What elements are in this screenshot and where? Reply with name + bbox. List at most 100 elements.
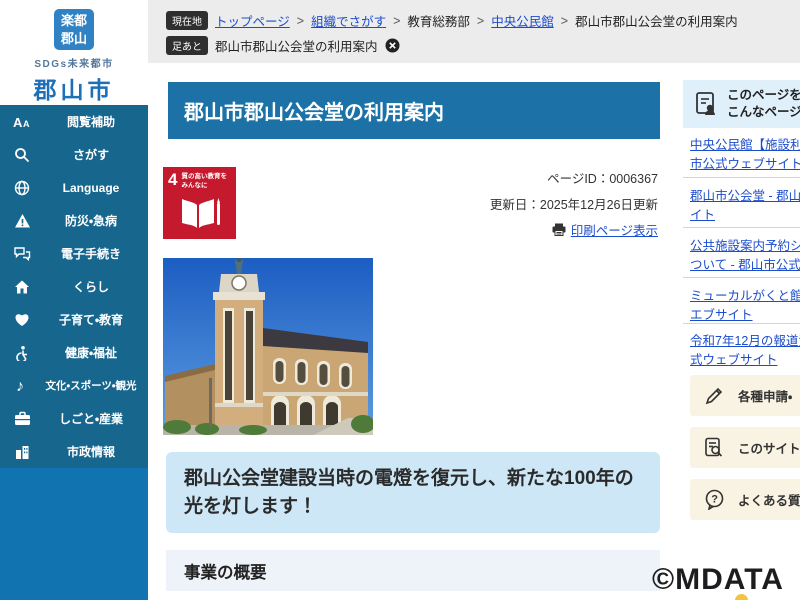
related-link-line: ミューカルがくと館 -	[690, 289, 800, 303]
breadcrumb-separator: >	[393, 14, 400, 28]
quick-link-about-site[interactable]: このサイト	[690, 427, 800, 468]
breadcrumb-bar: 現在地 トップページ > 組織でさがす > 教育総務部 > 中央公民館 > 郡山…	[148, 0, 800, 63]
related-link-facility-reservation[interactable]: 公共施設案内予約シス ついて - 郡山市公式ウ	[690, 237, 800, 275]
briefcase-icon	[0, 411, 44, 426]
breadcrumb-link-hall[interactable]: 中央公民館	[491, 11, 554, 30]
related-pages-header: このページを見て こんなページも見	[683, 80, 800, 128]
sidebar-item-label: 健康・福祉	[44, 344, 148, 361]
sidebar-item-health-welfare[interactable]: 健康・福祉	[0, 336, 148, 369]
related-link-line: イト	[690, 208, 715, 222]
logo-mark-line2: 郡山	[54, 30, 94, 48]
left-sidebar: 楽都 郡山 SDGs未来都市 郡山市 AA 閲覧補助 さがす Language	[0, 0, 148, 600]
breadcrumb: 現在地 トップページ > 組織でさがす > 教育総務部 > 中央公民館 > 郡山…	[166, 11, 738, 30]
sidebar-item-eprocedures[interactable]: 電子手続き	[0, 237, 148, 270]
quick-link-applications[interactable]: 各種申請・	[690, 375, 800, 416]
music-note-icon: ♪	[0, 377, 44, 394]
sidebar-item-culture-sports[interactable]: ♪ 文化・スポーツ・観光	[0, 369, 148, 402]
city-logo[interactable]: 楽都 郡山 SDGs未来都市 郡山市	[0, 0, 148, 105]
related-header-line2: こんなページも見	[727, 105, 800, 119]
sidebar-item-living[interactable]: くらし	[0, 270, 148, 303]
sidebar-item-city-info[interactable]: 市政情報	[0, 435, 148, 468]
related-link-chuo-kominkan[interactable]: 中央公民館【施設利用 市公式ウェブサイト	[690, 136, 800, 174]
doc-search-icon	[690, 437, 738, 459]
open-book-icon	[178, 195, 222, 231]
page-title: 郡山市郡山公会堂の利用案内	[168, 82, 660, 139]
related-link-line: エブサイト	[690, 308, 753, 322]
print-page-link[interactable]: 印刷ページ表示	[571, 220, 658, 239]
related-link-press-release[interactable]: 令和7年12月の報道資 式ウェブサイト	[690, 332, 800, 370]
quick-link-label: よくある質	[738, 490, 800, 509]
divider	[683, 277, 800, 278]
globe-icon	[0, 180, 44, 196]
breadcrumb-text-current: 郡山市郡山公会堂の利用案内	[575, 11, 738, 30]
related-link-line: ついて - 郡山市公式ウ	[690, 258, 800, 272]
sdg-caption-line1: 質の高い教育を	[181, 173, 227, 180]
building-icon	[0, 444, 44, 459]
highlight-box: 郡山公会堂建設当時の電燈を復元し、新たな100年の光を灯します！	[166, 452, 660, 533]
breadcrumb-separator: >	[297, 14, 304, 28]
section-heading-business-overview: 事業の概要	[166, 550, 660, 591]
footprint-row: 足あと 郡山市郡山公会堂の利用案内	[166, 36, 400, 55]
quick-link-faq[interactable]: ? よくある質	[690, 479, 800, 520]
sdg-number: 4	[168, 171, 177, 188]
breadcrumb-separator: >	[561, 14, 568, 28]
svg-text:A: A	[23, 119, 30, 129]
accessibility-icon	[0, 345, 44, 361]
breadcrumb-text-dept: 教育総務部	[407, 11, 470, 30]
warning-icon	[0, 213, 44, 229]
sidebar-item-label: 市政情報	[44, 443, 148, 460]
related-header-line1: このページを見て	[727, 88, 800, 102]
heart-icon	[0, 312, 44, 327]
search-icon	[0, 147, 44, 163]
current-location-badge: 現在地	[166, 11, 208, 30]
related-link-line: 市公式ウェブサイト	[690, 157, 800, 171]
page-meta: ページID：0006367 更新日：2025年12月26日更新 印刷ページ表示	[380, 168, 658, 239]
chat-icon	[0, 246, 44, 262]
divider	[683, 323, 800, 324]
related-link-line: 式ウェブサイト	[690, 353, 778, 367]
footprint-badge: 足あと	[166, 36, 208, 55]
sidebar-item-accessibility-aid[interactable]: AA 閲覧補助	[0, 105, 148, 138]
sidebar-item-label: 文化・スポーツ・観光	[44, 378, 148, 393]
sidebar-item-label: 防災・急病	[44, 212, 148, 229]
related-pages-title: このページを見て こんなページも見	[727, 87, 800, 122]
logo-city-name: 郡山市	[34, 71, 115, 105]
page-viewer-icon	[693, 91, 719, 117]
sidebar-item-disaster[interactable]: 防災・急病	[0, 204, 148, 237]
sidebar-item-childcare[interactable]: 子育て・教育	[0, 303, 148, 336]
sdg-caption-line2: みんなに	[181, 182, 207, 189]
page-id: ページID：0006367	[380, 168, 658, 187]
svg-text:?: ?	[711, 494, 718, 506]
related-link-line: 公共施設案内予約シス	[690, 239, 800, 253]
logo-subtitle: SDGs未来都市	[34, 55, 113, 70]
updated-date: 更新日：2025年12月26日更新	[380, 194, 658, 213]
logo-mark-line1: 楽都	[54, 12, 94, 30]
divider	[683, 227, 800, 228]
printer-icon	[552, 223, 566, 236]
quick-link-label: このサイト	[738, 438, 800, 457]
text-size-icon: AA	[0, 114, 44, 130]
breadcrumb-link-top[interactable]: トップページ	[215, 11, 290, 30]
question-icon: ?	[690, 489, 738, 510]
sidebar-item-language[interactable]: Language	[0, 171, 148, 204]
related-link-musical-gakuto[interactable]: ミューカルがくと館 - エブサイト	[690, 287, 800, 325]
sidebar-item-search[interactable]: さがす	[0, 138, 148, 171]
close-icon[interactable]	[385, 38, 400, 53]
sidebar-item-label: 子育て・教育	[44, 311, 148, 328]
divider	[683, 177, 800, 178]
public-hall-photo	[163, 258, 373, 435]
svg-text:♪: ♪	[16, 378, 24, 394]
breadcrumb-link-org[interactable]: 組織でさがす	[311, 11, 386, 30]
related-link-line: 中央公民館【施設利用	[690, 138, 800, 152]
sidebar-item-label: 電子手続き	[44, 245, 148, 262]
sidebar-item-label: さがす	[44, 146, 148, 163]
related-link-line: 郡山市公会堂 - 郡山市	[690, 189, 800, 203]
sidebar-item-label: 閲覧補助	[44, 113, 148, 130]
related-link-public-hall[interactable]: 郡山市公会堂 - 郡山市 イト	[690, 187, 800, 225]
home-icon	[0, 279, 44, 295]
sidebar-item-work-industry[interactable]: しごと・産業	[0, 402, 148, 435]
city-logo-mark: 楽都 郡山	[54, 9, 94, 50]
related-link-line: 令和7年12月の報道資	[690, 334, 800, 348]
sidebar-item-label: Language	[44, 181, 148, 195]
pencil-icon	[690, 386, 738, 406]
